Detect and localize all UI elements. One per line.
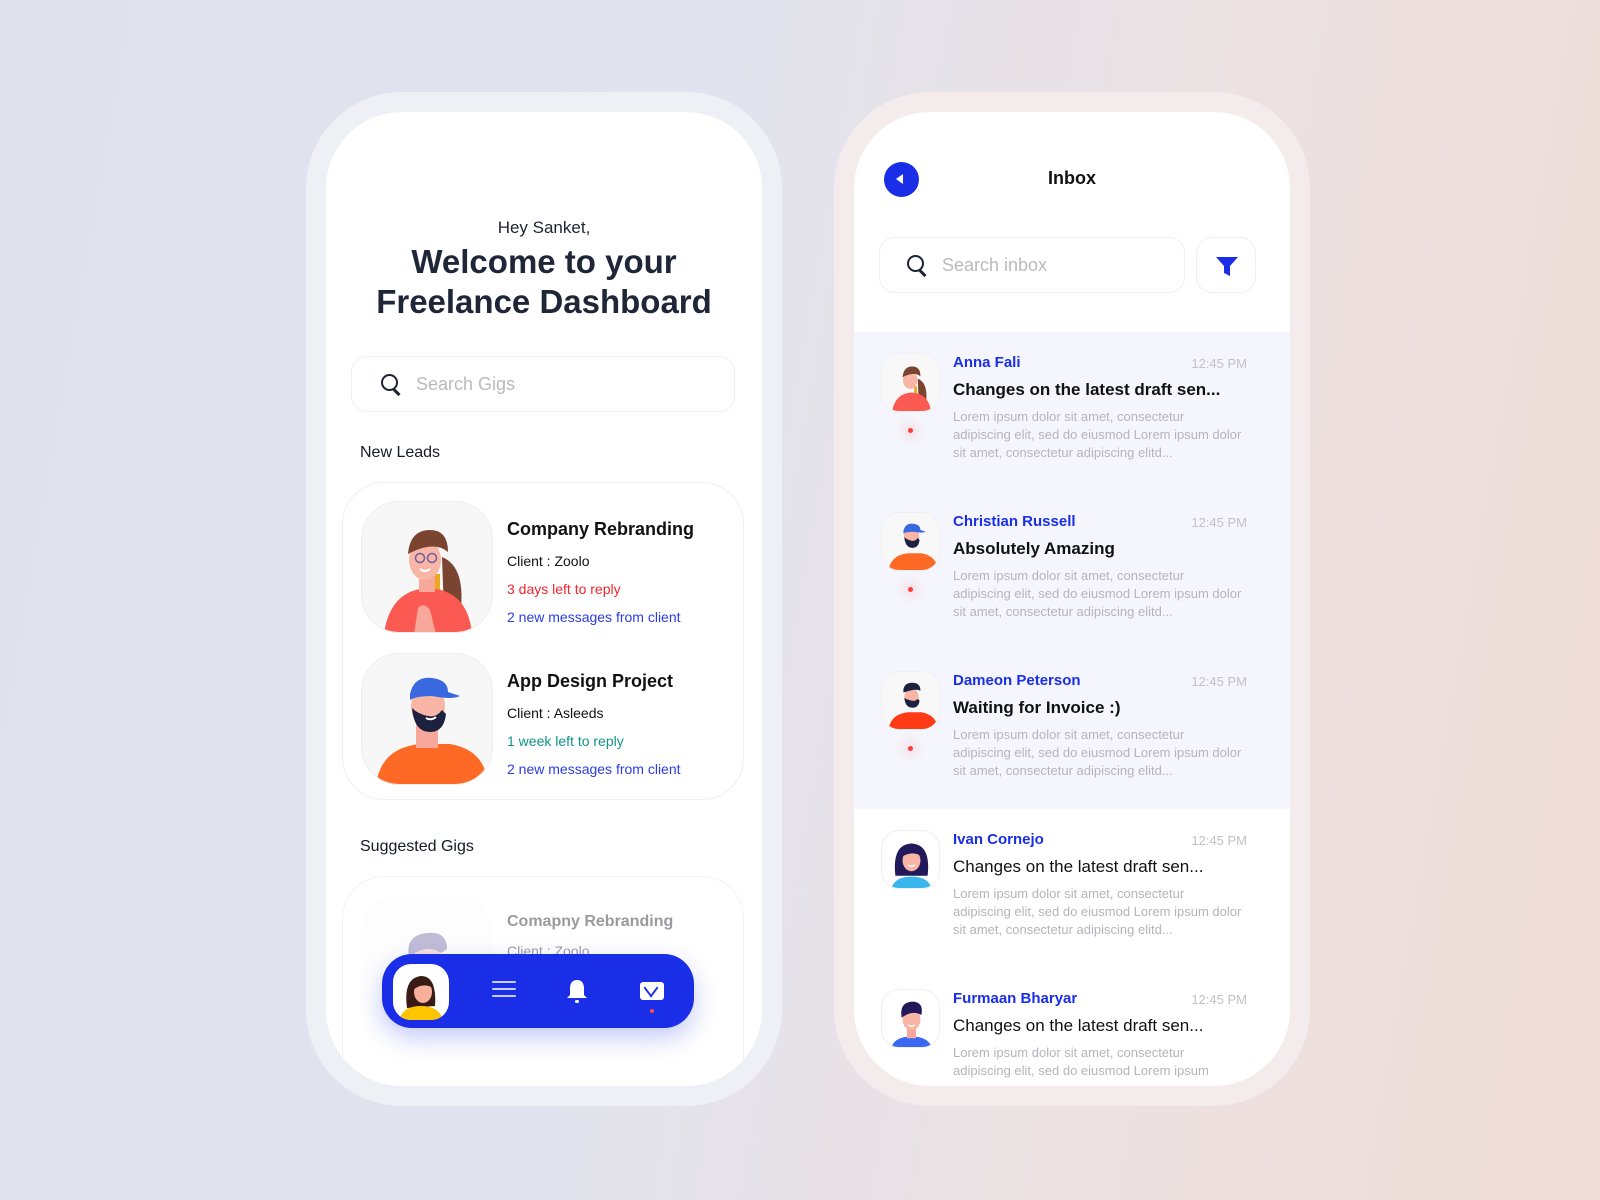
page-title: Welcome to your Freelance Dashboard xyxy=(326,242,762,322)
search-icon xyxy=(380,373,402,395)
search-icon xyxy=(906,254,928,276)
lead-messages-link[interactable]: 2 new messages from client xyxy=(507,609,681,625)
message-item[interactable]: Christian Russell 12:45 PM Absolutely Am… xyxy=(854,491,1290,650)
filter-button[interactable] xyxy=(1196,237,1256,293)
sender-avatar xyxy=(881,353,940,412)
nav-menu-button[interactable] xyxy=(492,981,516,1001)
man-quiff-avatar-icon xyxy=(891,1001,932,1047)
message-time: 12:45 PM xyxy=(1191,992,1247,1007)
lead-avatar xyxy=(361,653,493,785)
suggested-gigs-heading: Suggested Gigs xyxy=(360,838,474,855)
woman-ponytail-avatar-icon xyxy=(892,366,931,411)
lead-title: Company Rebranding xyxy=(507,519,695,539)
unread-indicator xyxy=(908,428,913,433)
message-time: 12:45 PM xyxy=(1191,674,1247,689)
nav-profile-button[interactable] xyxy=(393,964,449,1020)
woman-bob-avatar-icon xyxy=(891,843,932,888)
suggested-title: Comapny Rebranding xyxy=(507,913,674,930)
message-subject: Changes on the latest draft sen... xyxy=(953,1016,1204,1035)
message-list: Anna Fali 12:45 PM Changes on the latest… xyxy=(854,332,1290,1086)
lead-client: Client : Zoolo xyxy=(507,553,590,569)
sender-name: Dameon Peterson xyxy=(953,672,1081,689)
dashboard-phone: Hey Sanket, Welcome to your Freelance Da… xyxy=(306,92,782,1106)
message-preview: Lorem ipsum dolor sit amet, consectetur … xyxy=(953,1045,1209,1078)
profile-avatar-icon xyxy=(399,976,443,1020)
message-item[interactable]: Anna Fali 12:45 PM Changes on the latest… xyxy=(854,332,1290,491)
page-title-line-2: Freelance Dashboard xyxy=(376,283,712,320)
search-inbox-field[interactable] xyxy=(879,237,1185,293)
bearded-man-cap-avatar-icon xyxy=(376,677,488,784)
inbox-unread-indicator xyxy=(650,1009,654,1013)
sender-name: Christian Russell xyxy=(953,513,1076,530)
message-subject: Changes on the latest draft sen... xyxy=(953,857,1204,876)
sender-avatar xyxy=(881,512,940,571)
page-title-line-1: Welcome to your xyxy=(411,243,677,280)
new-leads-card: Company Rebranding Client : Zoolo 3 days… xyxy=(342,482,744,800)
woman-ponytail-glasses-avatar-icon xyxy=(384,530,472,632)
dashboard-screen: Hey Sanket, Welcome to your Freelance Da… xyxy=(326,112,762,1086)
message-item[interactable]: Furmaan Bharyar 12:45 PM Changes on the … xyxy=(854,968,1290,1086)
message-preview: Lorem ipsum dolor sit amet, consectetur … xyxy=(953,886,1242,937)
unread-indicator xyxy=(908,587,913,592)
lead-deadline: 3 days left to reply xyxy=(507,581,621,597)
lead-title: App Design Project xyxy=(507,671,674,691)
message-subject: Waiting for Invoice :) xyxy=(953,698,1121,717)
sender-avatar xyxy=(881,989,940,1048)
bearded-man-avatar-icon xyxy=(888,682,939,729)
lead-deadline: 1 week left to reply xyxy=(507,733,624,749)
new-leads-heading: New Leads xyxy=(360,444,441,461)
inbox-screen: Inbox A xyxy=(854,112,1290,1086)
sender-avatar xyxy=(881,671,940,730)
message-subject: Absolutely Amazing xyxy=(953,539,1115,558)
search-gigs-input[interactable] xyxy=(416,373,676,395)
lead-messages-link[interactable]: 2 new messages from client xyxy=(507,761,681,777)
lead-client: Client : Asleeds xyxy=(507,705,604,721)
message-preview: Lorem ipsum dolor sit amet, consectetur … xyxy=(953,727,1242,778)
bearded-man-cap-avatar-icon xyxy=(888,523,939,570)
lead-avatar xyxy=(361,501,493,633)
bottom-nav xyxy=(382,954,694,1028)
message-preview: Lorem ipsum dolor sit amet, consectetur … xyxy=(953,409,1242,460)
mail-icon[interactable] xyxy=(640,982,664,1000)
filter-icon xyxy=(1216,257,1238,276)
greeting: Hey Sanket, xyxy=(497,218,591,237)
message-preview: Lorem ipsum dolor sit amet, consectetur … xyxy=(953,568,1242,619)
message-time: 12:45 PM xyxy=(1191,515,1247,530)
unread-indicator xyxy=(908,746,913,751)
message-subject: Changes on the latest draft sen... xyxy=(953,380,1221,399)
sender-avatar xyxy=(881,830,940,889)
search-inbox-input[interactable] xyxy=(942,254,1162,276)
search-gigs-field[interactable] xyxy=(351,356,735,412)
message-item[interactable]: Dameon Peterson 12:45 PM Waiting for Inv… xyxy=(854,650,1290,809)
sender-name: Anna Fali xyxy=(953,354,1021,371)
sender-name: Ivan Cornejo xyxy=(953,831,1044,848)
bell-icon[interactable] xyxy=(566,978,588,1004)
lead-item[interactable]: Company Rebranding Client : Zoolo 3 days… xyxy=(361,501,741,635)
inbox-phone: Inbox A xyxy=(834,92,1310,1106)
message-item[interactable]: Ivan Cornejo 12:45 PM Changes on the lat… xyxy=(854,809,1290,968)
lead-item[interactable]: App Design Project Client : Asleeds 1 we… xyxy=(361,653,741,787)
page-title: Inbox xyxy=(1048,168,1096,188)
message-time: 12:45 PM xyxy=(1191,833,1247,848)
message-time: 12:45 PM xyxy=(1191,356,1247,371)
sender-name: Furmaan Bharyar xyxy=(953,990,1078,1007)
